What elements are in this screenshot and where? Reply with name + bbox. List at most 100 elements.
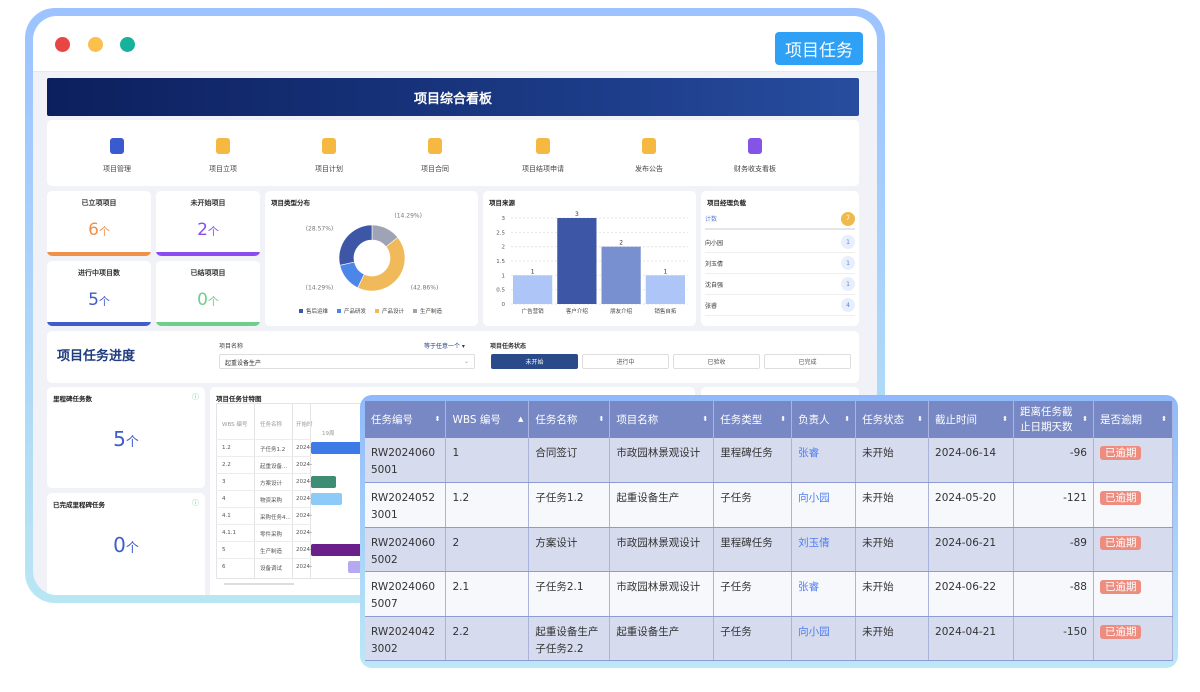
pie-label: (28.57%) bbox=[306, 226, 334, 233]
column-header[interactable]: 任务类型 ⬍ bbox=[713, 401, 793, 438]
table-cell: 子任务 bbox=[713, 571, 793, 617]
done-milestone-card: 已完成里程碑任务 ⓘ 0个 bbox=[47, 493, 205, 595]
sort-asc-icon[interactable]: ▲ bbox=[518, 415, 523, 423]
progress-title: 项目任务进度 bbox=[57, 349, 136, 364]
manager-row[interactable]: 向小园 1 bbox=[705, 232, 855, 253]
manager-row[interactable]: 沈自强 1 bbox=[705, 274, 855, 295]
nav-item[interactable]: 项目立项 bbox=[173, 138, 273, 174]
nav-item[interactable]: 项目管理 bbox=[67, 138, 167, 174]
table-cell: 未开始 bbox=[855, 438, 930, 483]
table-cell[interactable]: 刘玉倩 bbox=[791, 527, 857, 572]
gantt-bar[interactable] bbox=[311, 493, 342, 505]
sort-icon[interactable]: ⬍ bbox=[844, 415, 850, 423]
gantt-task-name: 子任务1.2 bbox=[260, 447, 286, 453]
status-button[interactable]: 未开始 bbox=[491, 354, 578, 369]
column-header[interactable]: 任务状态 ⬍ bbox=[855, 401, 930, 438]
column-header[interactable]: 任务编号 ⬍ bbox=[365, 401, 447, 438]
nav-item[interactable]: 项目计划 bbox=[279, 138, 379, 174]
manager-badge: 1 bbox=[841, 235, 855, 249]
manager-row[interactable]: 张睿 4 bbox=[705, 295, 855, 316]
gantt-row-line bbox=[216, 524, 311, 525]
table-row[interactable]: RW20240523001 1.2 子任务1.2 起重设备生产 子任务 向小园 未开始 202… bbox=[365, 482, 1174, 528]
table-cell: 子任务1.2 bbox=[528, 482, 611, 528]
done-milestone-value: 0个 bbox=[113, 533, 139, 557]
table-cell: -88 bbox=[1013, 571, 1094, 617]
table-cell: 市政园林景观设计 bbox=[609, 527, 715, 572]
nav-item[interactable]: 项目合同 bbox=[385, 138, 485, 174]
status-button[interactable]: 已完成 bbox=[764, 354, 851, 369]
manager-row[interactable]: 刘玉倩 1 bbox=[705, 253, 855, 274]
bar[interactable] bbox=[557, 218, 597, 304]
legend-label[interactable]: 产品研发 bbox=[344, 307, 367, 315]
gantt-zoom-slider[interactable] bbox=[224, 583, 294, 585]
pie-slice[interactable] bbox=[338, 224, 373, 266]
overdue-badge: 已逾期 bbox=[1099, 535, 1142, 550]
gantt-wbs: 4.1.1 bbox=[222, 530, 236, 536]
gantt-bar[interactable] bbox=[311, 476, 336, 488]
column-header[interactable]: 是否逾期 ⬍ bbox=[1093, 401, 1174, 438]
table-row[interactable]: RW20240605001 1 合同签订 市政园林景观设计 里程碑任务 张睿 未开始 2024… bbox=[365, 438, 1174, 483]
y-tick-label: 3 bbox=[502, 216, 506, 222]
gantt-wbs: 5 bbox=[222, 547, 226, 553]
sort-icon[interactable]: ⬍ bbox=[1002, 415, 1008, 423]
column-header[interactable]: 任务名称 ⬍ bbox=[528, 401, 611, 438]
nav-item[interactable]: 项目结项申请 bbox=[493, 138, 593, 174]
column-header[interactable]: WBS 编号 ▲ bbox=[445, 401, 530, 438]
nav-label: 财务收支看板 bbox=[734, 165, 776, 173]
column-header[interactable]: 项目名称 ⬍ bbox=[609, 401, 715, 438]
stat-card: 已结项项目 0个 bbox=[156, 261, 260, 326]
table-cell[interactable]: 向小园 bbox=[791, 616, 857, 661]
table-cell[interactable]: 张睿 bbox=[791, 571, 857, 617]
info-icon[interactable]: ⓘ bbox=[192, 392, 199, 402]
table-cell[interactable]: 张睿 bbox=[791, 438, 857, 483]
table-cell: -89 bbox=[1013, 527, 1094, 572]
table-row[interactable]: RW20240423002 2.2 起重设备生产子任务2.2 起重设备生产 子任务 向小园… bbox=[365, 616, 1174, 661]
legend-swatch bbox=[375, 309, 379, 313]
legend-label[interactable]: 生产制造 bbox=[420, 307, 443, 315]
match-dropdown[interactable]: 等于任意一个 ▾ bbox=[424, 341, 465, 350]
maximize-button[interactable] bbox=[120, 37, 135, 52]
gantt-task-name: 物资采购 bbox=[260, 498, 283, 504]
close-button[interactable] bbox=[55, 37, 70, 52]
bar[interactable] bbox=[601, 246, 641, 304]
table-row[interactable]: RW20240605007 2.1 子任务2.1 市政园林景观设计 子任务 张睿 未开始 20… bbox=[365, 571, 1174, 617]
gantt-task-name: 起重设备... bbox=[260, 464, 288, 470]
gantt-start: 2024- bbox=[296, 513, 312, 519]
bar[interactable] bbox=[513, 275, 553, 304]
info-icon[interactable]: ⓘ bbox=[192, 498, 199, 508]
task-table: 任务编号 ⬍ WBS 编号 ▲ 任务名称 ⬍ 项目名称 ⬍ 任务类型 ⬍ 负责人 ⬍ 任务状态 ⬍ 截止时间… bbox=[365, 401, 1174, 661]
bar[interactable] bbox=[645, 275, 685, 304]
column-header[interactable]: 截止时间 ⬍ bbox=[928, 401, 1014, 438]
sort-icon[interactable]: ⬍ bbox=[1082, 415, 1088, 423]
sort-icon[interactable]: ⬍ bbox=[1161, 415, 1167, 423]
table-cell[interactable]: 向小园 bbox=[791, 482, 857, 528]
project-select[interactable]: 起重设备生产 ⌄ bbox=[219, 354, 475, 369]
quick-nav: 项目管理 项目立项 项目计划 项目合同 项目结项申请 发布公告 财务收支看板 bbox=[47, 120, 859, 186]
sort-icon[interactable]: ⬍ bbox=[435, 415, 441, 423]
sort-icon[interactable]: ⬍ bbox=[780, 415, 786, 423]
minimize-button[interactable] bbox=[88, 37, 103, 52]
column-header[interactable]: 负责人 ⬍ bbox=[791, 401, 857, 438]
chart-icon bbox=[748, 138, 762, 154]
pie-slice[interactable] bbox=[357, 237, 406, 292]
table-cell: 起重设备生产 bbox=[609, 616, 715, 661]
pie-chart: (14.29%) (42.86%) (14.29%) (28.57%) 售后运维 产品研发… bbox=[299, 213, 443, 315]
status-button[interactable]: 已验收 bbox=[673, 354, 760, 369]
project-task-tab[interactable]: 项目任务 bbox=[775, 32, 863, 65]
table-row[interactable]: RW20240605002 2 方案设计 市政园林景观设计 里程碑任务 刘玉倩 未开始 202… bbox=[365, 527, 1174, 572]
manager-name: 张睿 bbox=[705, 302, 718, 310]
legend-label[interactable]: 售后运维 bbox=[306, 307, 329, 315]
column-header[interactable]: 距离任务截止日期天数 ⬍ bbox=[1013, 401, 1094, 438]
status-button[interactable]: 进行中 bbox=[582, 354, 669, 369]
nav-item[interactable]: 财务收支看板 bbox=[705, 138, 805, 174]
bell-icon bbox=[642, 138, 656, 154]
sort-icon[interactable]: ⬍ bbox=[598, 415, 604, 423]
nav-label: 项目计划 bbox=[315, 165, 343, 173]
nav-item[interactable]: 发布公告 bbox=[599, 138, 699, 174]
gantt-start: 2024- bbox=[296, 462, 312, 468]
legend-label[interactable]: 产品设计 bbox=[382, 307, 405, 315]
sort-icon[interactable]: ⬍ bbox=[917, 415, 923, 423]
status-label: 项目任务状态 bbox=[490, 343, 527, 350]
stat-label: 已结项项目 bbox=[190, 269, 226, 277]
sort-icon[interactable]: ⬍ bbox=[702, 415, 708, 423]
